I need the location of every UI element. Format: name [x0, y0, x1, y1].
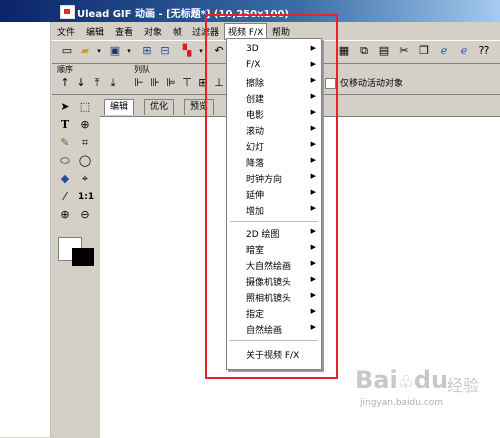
menu-view[interactable]: 查看	[115, 25, 133, 38]
fill-tool-icon[interactable]: ◆	[58, 172, 72, 186]
transform-tool-icon[interactable]: ⌖	[78, 172, 92, 186]
export-icon[interactable]: ⊟	[158, 44, 172, 58]
delete-frame-icon[interactable]: ▤	[377, 44, 391, 58]
menu-file[interactable]: 文件	[57, 25, 75, 38]
watermark-brand: Bai♧du	[355, 366, 449, 394]
paint-icon[interactable]: ▚	[180, 44, 194, 58]
crop-tool-icon[interactable]: ⊕	[78, 118, 92, 132]
duplicate-icon[interactable]: ⧉	[357, 44, 371, 58]
frame-icon[interactable]: ▦	[337, 44, 351, 58]
eyedropper-tool-icon[interactable]: ⁄	[58, 190, 72, 204]
left-background-strip	[0, 0, 51, 437]
brush-tool-icon[interactable]: ✎	[58, 136, 72, 150]
menu-object[interactable]: 对象	[144, 25, 162, 38]
align-top-icon[interactable]: ⊤	[180, 76, 194, 90]
ellipse-tool-icon[interactable]: ◯	[78, 154, 92, 168]
queue-label: 列队	[134, 65, 150, 74]
actual-size-icon[interactable]: 1:1	[78, 190, 94, 204]
send-down-icon[interactable]: ↓	[74, 76, 88, 90]
save-icon[interactable]: ▣	[108, 44, 122, 58]
dropdown-arrow-icon[interactable]: ▾	[122, 44, 136, 58]
copy-icon[interactable]: ❐	[417, 44, 431, 58]
menu-edit[interactable]: 编辑	[86, 25, 104, 38]
help-icon[interactable]: ⁇	[477, 44, 491, 58]
ie-icon[interactable]: ℯ	[437, 44, 451, 58]
menu-frame[interactable]: 帧	[173, 25, 182, 38]
bring-up-icon[interactable]: ↑	[58, 76, 72, 90]
align-left-icon[interactable]: ⊩	[132, 76, 146, 90]
app-icon	[60, 5, 75, 19]
move-active-label: 仅移动活动对象	[340, 79, 404, 89]
tool-panel: ➤ ⬚ T ⊕ ✎ ⌗ ⬭ ◯ ◆ ⌖ ⁄ 1:1 ⊕ ⊖	[52, 96, 98, 437]
watermark-cn: 经验	[447, 376, 480, 395]
pointer-tool-icon[interactable]: ➤	[58, 100, 72, 114]
dropdown-arrow-icon[interactable]: ▾	[92, 44, 106, 58]
ie-preview-icon[interactable]: ℯ	[457, 44, 471, 58]
watermark-url: jingyan.baidu.com	[360, 398, 444, 408]
tab-edit[interactable]: 编辑	[104, 99, 135, 115]
tab-optimize[interactable]: 优化	[144, 99, 175, 115]
red-highlight-box	[205, 14, 338, 379]
new-icon[interactable]: ▭	[60, 44, 74, 58]
baidu-watermark: Bai♧du 经验 jingyan.baidu.com	[355, 360, 500, 420]
align-right-icon[interactable]: ⊫	[164, 76, 178, 90]
zoom-out-icon[interactable]: ⊖	[78, 208, 92, 222]
text-tool-icon[interactable]: T	[58, 118, 72, 132]
align-center-icon[interactable]: ⊪	[148, 76, 162, 90]
zoom-in-icon[interactable]: ⊕	[58, 208, 72, 222]
order-label: 顺序	[57, 65, 73, 74]
import-icon[interactable]: ⊞	[140, 44, 154, 58]
open-icon[interactable]: ▰	[78, 44, 92, 58]
lasso-tool-icon[interactable]: ⌗	[78, 136, 92, 150]
marquee-tool-icon[interactable]: ⬚	[78, 100, 92, 114]
background-color-swatch[interactable]	[72, 248, 94, 266]
send-bottom-icon[interactable]: ⤓	[106, 76, 120, 90]
cut-icon[interactable]: ✂	[397, 44, 411, 58]
eraser-tool-icon[interactable]: ⬭	[58, 154, 72, 168]
bring-top-icon[interactable]: ⤒	[90, 76, 104, 90]
